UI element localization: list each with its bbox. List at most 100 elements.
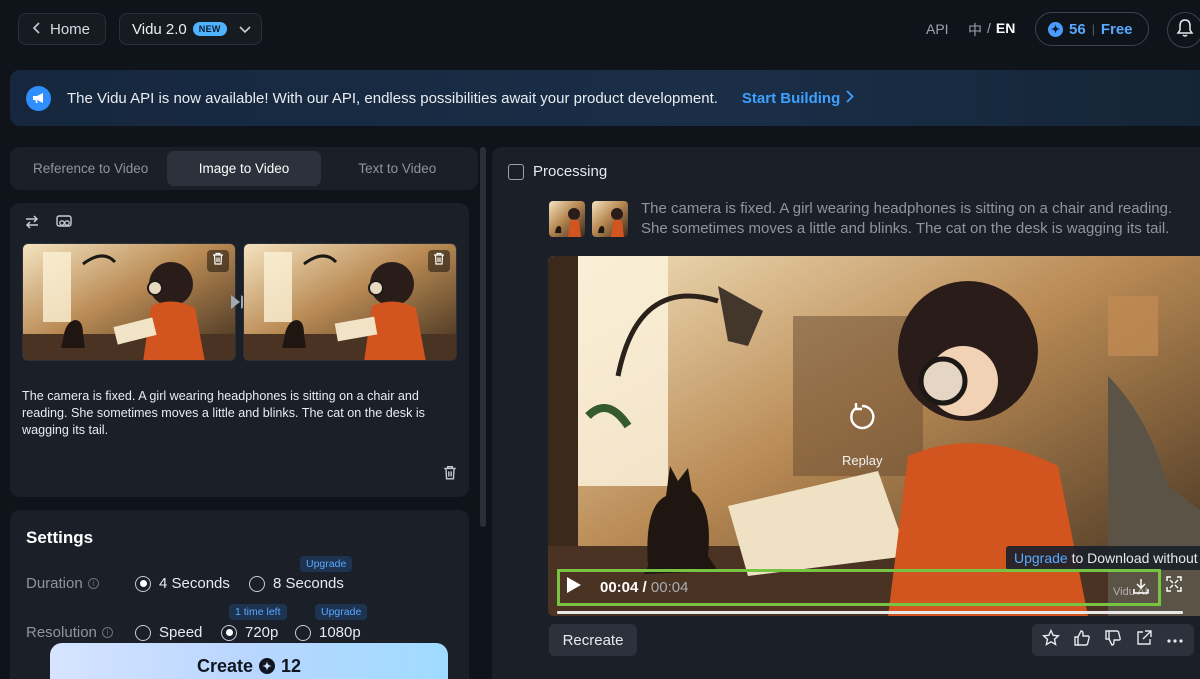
start-building-link[interactable]: Start Building [741,89,855,107]
chevron-left-icon [32,21,42,38]
radio-selected-icon [135,575,151,592]
result-prompt-text: The camera is fixed. A girl wearing head… [641,200,1173,237]
create-cost: 12 [281,656,302,676]
resolution-upgrade-tag[interactable]: Upgrade [315,604,368,620]
select-checkbox[interactable] [508,164,524,180]
info-icon[interactable]: i [87,578,99,589]
tab-image-to-video[interactable]: Image to Video [167,151,321,186]
time-total: 00:04 [650,579,689,596]
credits-value: 56 [1069,20,1086,38]
result-actions [1032,624,1194,656]
new-badge: NEW [192,22,227,36]
language-switcher[interactable]: 中 / EN [968,20,1015,40]
result-prompt: The camera is fixed. A girl wearing head… [641,199,1200,239]
left-scrollbar[interactable] [480,147,486,527]
api-announcement-banner: The Vidu API is now available! With our … [10,70,1200,126]
status-label: Processing [533,163,608,180]
result-panel: Processing The camera is fixed. A girl w… [492,147,1200,679]
trash-icon [433,252,445,270]
duration-upgrade-tag[interactable]: Upgrade [300,556,353,572]
create-button[interactable]: Create ✦ 12 [50,643,448,679]
chevron-down-icon [239,21,251,38]
chevron-right-icon [846,89,855,107]
bell-icon [1176,18,1194,43]
replay-button[interactable]: Replay [842,402,882,468]
radio-icon [249,575,265,592]
megaphone-icon [26,85,51,111]
video-watermark: Vidu AI [1113,586,1148,598]
video-controls: 00:04 / 00:04 [557,569,1161,606]
lang-zh[interactable]: 中 [968,20,982,40]
mode-tabs: Reference to Video Image to Video Text t… [10,147,478,190]
thumbs-down-icon[interactable] [1104,629,1122,652]
radio-icon [295,624,311,641]
trash-icon [443,466,457,484]
start-frame-image[interactable] [22,243,236,361]
tab-reference-to-video[interactable]: Reference to Video [14,151,167,186]
end-frame-thumbnail [592,201,628,237]
credits-badge[interactable]: ✦ 56 | Free [1035,12,1149,46]
duration-option-8s[interactable]: 8 Seconds [249,575,344,592]
input-card: The camera is fixed. A girl wearing head… [10,203,469,497]
upgrade-tooltip-text: to Download without [1067,550,1198,566]
trash-icon [212,252,224,270]
time-left-tag: 1 time left [229,604,287,620]
play-icon[interactable] [566,576,582,599]
video-progress-fill [557,611,1183,614]
model-label: Vidu 2.0 [132,20,187,38]
recreate-button[interactable]: Recreate [549,624,637,656]
api-link[interactable]: API [926,21,949,37]
resolution-label-text: Resolution [26,624,97,641]
info-icon[interactable]: i [101,627,113,638]
resolution-option-label: 720p [245,624,279,641]
resolution-option-1080p[interactable]: 1080p [295,624,361,641]
swap-icon[interactable] [24,215,40,234]
resolution-option-label: Speed [159,624,203,641]
radio-icon [135,624,151,641]
fullscreen-icon[interactable] [1166,576,1182,597]
star-icon[interactable] [1042,628,1061,652]
duration-option-label: 8 Seconds [273,575,344,592]
home-button[interactable]: Home [18,13,106,45]
duration-label-text: Duration [26,575,83,592]
lang-en[interactable]: EN [996,20,1015,40]
end-frame-image[interactable] [243,243,457,361]
replay-label: Replay [842,453,883,468]
notifications-button[interactable] [1167,12,1200,48]
clear-prompt-button[interactable] [443,465,457,485]
prompt-text[interactable]: The camera is fixed. A girl wearing head… [22,388,462,439]
home-label: Home [50,20,91,38]
plan-label: Free [1100,20,1133,38]
replay-icon [847,402,877,435]
image-edit-icon[interactable] [56,215,72,234]
credits-separator: | [1091,22,1095,36]
resolution-option-720p[interactable]: 720p [221,624,278,641]
banner-text: The Vidu API is now available! With our … [67,89,718,107]
radio-selected-icon [221,624,237,641]
coin-icon: ✦ [259,658,275,674]
tab-text-to-video[interactable]: Text to Video [321,151,474,186]
upgrade-link[interactable]: Upgrade [1014,550,1068,566]
resolution-option-label: 1080p [319,624,361,641]
time-current: 00:04 [600,579,639,596]
duration-option-label: 4 Seconds [159,575,230,592]
create-label: Create [196,656,253,676]
video-progress-bar[interactable] [557,611,1183,614]
time-separator: / [642,579,647,596]
share-icon[interactable] [1135,629,1153,652]
lang-separator: / [987,20,991,36]
video-player[interactable]: Replay Upgrade to Download without 00:04… [548,256,1200,616]
time-display: 00:04 / 00:04 [600,579,688,596]
start-building-label: Start Building [741,89,841,107]
upgrade-tooltip: Upgrade to Download without [1006,546,1200,570]
more-icon[interactable] [1166,631,1184,649]
duration-option-4s[interactable]: 4 Seconds [135,575,230,592]
delete-start-frame-button[interactable] [207,250,229,272]
start-frame-thumbnail [549,201,585,237]
settings-title: Settings [26,528,94,547]
resolution-option-speed[interactable]: Speed [135,624,202,641]
model-selector[interactable]: Vidu 2.0 NEW [119,13,262,45]
resolution-label: Resolution i [26,624,113,641]
delete-end-frame-button[interactable] [428,250,450,272]
thumbs-up-icon[interactable] [1073,629,1091,652]
